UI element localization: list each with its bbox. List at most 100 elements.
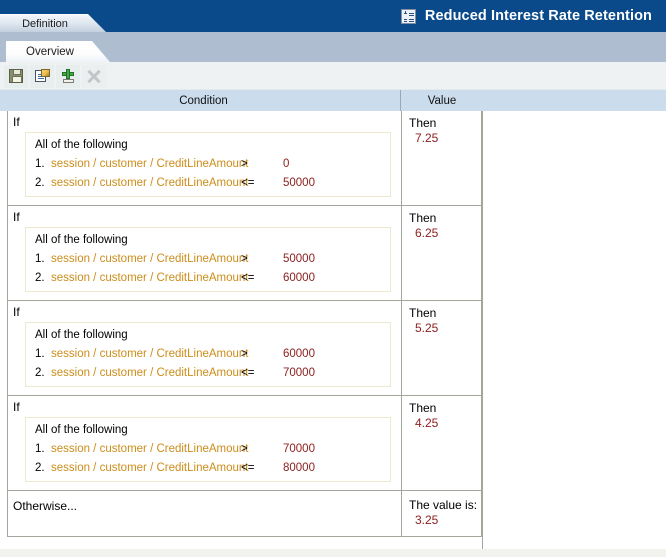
condition-operator: > [241,348,248,360]
then-value: 4.25 [415,416,439,430]
condition-path: session / customer / CreditLineAmount [51,462,249,474]
then-value: 5.25 [415,321,439,335]
condition-index: 2. [35,272,45,284]
tab-overview-label: Overview [26,45,74,58]
otherwise-value-cell[interactable]: The value is: 3.25 [402,491,481,536]
edit-properties-button[interactable] [30,64,54,88]
condition-group-title: All of the following [35,329,128,341]
table-row[interactable]: If All of the following 1. session / custom… [8,205,481,300]
close-icon [87,69,101,84]
condition-line[interactable]: 1. session / customer / CreditLineAmount >… [31,443,385,455]
rule-value-cell[interactable]: Then 7.25 [402,111,481,205]
condition-index: 1. [35,443,45,455]
right-empty-panel [482,111,666,557]
condition-value: 0 [283,158,290,170]
condition-path: session / customer / CreditLineAmount [51,253,249,265]
rule-condition-cell[interactable]: If All of the following 1. session / custom… [8,301,402,395]
condition-value: 70000 [283,443,315,455]
tab-overview[interactable]: Overview [6,41,110,62]
condition-operator: <= [241,272,255,284]
condition-group-title: All of the following [35,234,128,246]
table-row[interactable]: If All of the following 1. session / custom… [8,111,481,205]
condition-value: 50000 [283,253,315,265]
delete-row-button [82,64,106,88]
tab-definition-label: Definition [22,17,68,30]
save-icon [9,69,23,83]
then-label: Then [409,211,437,225]
condition-operator: <= [241,177,255,189]
otherwise-label: Otherwise... [13,499,78,513]
condition-group-box: All of the following 1. session / customer… [25,417,391,482]
condition-value: 60000 [283,272,315,284]
then-value: 7.25 [415,131,439,145]
column-header-condition: Condition [7,90,401,111]
rules-table: If All of the following 1. session / custom… [7,111,482,537]
condition-value: 70000 [283,367,315,379]
condition-line[interactable]: 1. session / customer / CreditLineAmount >… [31,348,385,360]
if-label: If [13,210,20,224]
condition-group-box: All of the following 1. session / customer… [25,322,391,387]
inner-tab-strip: Overview [0,32,666,62]
table-row[interactable]: If All of the following 1. session / custom… [8,300,481,395]
otherwise-condition-cell[interactable]: Otherwise... [8,491,402,536]
condition-value: 60000 [283,348,315,360]
condition-line[interactable]: 2. session / customer / CreditLineAmount <… [31,367,385,379]
then-value: 6.25 [415,226,439,240]
save-button[interactable] [4,64,28,88]
condition-operator: > [241,158,248,170]
condition-group-box: All of the following 1. session / customer… [25,132,391,197]
condition-group-title: All of the following [35,139,128,151]
edit-properties-icon [34,69,50,83]
table-row[interactable]: If All of the following 1. session / custom… [8,395,481,490]
condition-path: session / customer / CreditLineAmount [51,177,249,189]
rule-value-cell[interactable]: Then 4.25 [402,396,481,490]
condition-line[interactable]: 2. session / customer / CreditLineAmount <… [31,272,385,284]
otherwise-value: 3.25 [415,513,439,527]
if-label: If [13,400,20,414]
condition-group-box: All of the following 1. session / customer… [25,227,391,292]
otherwise-value-label: The value is: [409,498,478,512]
condition-group-title: All of the following [35,424,128,436]
condition-line[interactable]: 1. session / customer / CreditLineAmount >… [31,253,385,265]
condition-operator: > [241,443,248,455]
then-label: Then [409,401,437,415]
if-label: If [13,305,20,319]
tab-definition[interactable]: Definition [0,14,106,32]
then-label: Then [409,306,437,320]
condition-index: 2. [35,462,45,474]
condition-line[interactable]: 2. session / customer / CreditLineAmount <… [31,177,385,189]
condition-index: 1. [35,158,45,170]
condition-path: session / customer / CreditLineAmount [51,348,249,360]
toolbar-buttons [4,64,106,88]
condition-index: 2. [35,177,45,189]
toolbar [0,62,666,90]
table-row-otherwise[interactable]: Otherwise... The value is: 3.25 [8,490,481,536]
if-label: If [13,115,20,129]
condition-line[interactable]: 2. session / customer / CreditLineAmount <… [31,462,385,474]
column-header-value: Value [427,94,457,107]
add-icon [61,69,75,83]
condition-line[interactable]: 1. session / customer / CreditLineAmount >… [31,158,385,170]
rule-condition-cell[interactable]: If All of the following 1. session / custom… [8,111,402,205]
rule-condition-cell[interactable]: If All of the following 1. session / custom… [8,206,402,300]
rules-content-panel: Condition Value If All of the following 1.… [0,90,666,557]
condition-value: 80000 [283,462,315,474]
condition-path: session / customer / CreditLineAmount [51,158,249,170]
condition-index: 2. [35,367,45,379]
rule-value-cell[interactable]: Then 5.25 [402,301,481,395]
condition-index: 1. [35,348,45,360]
then-label: Then [409,116,437,130]
bottom-strip [0,549,666,557]
condition-operator: > [241,253,248,265]
rule-value-cell[interactable]: Then 6.25 [402,206,481,300]
table-header-row: Condition Value [0,90,666,111]
condition-operator: <= [241,367,255,379]
outer-tab-strip: Definition [0,14,666,32]
add-row-button[interactable] [56,64,80,88]
condition-path: session / customer / CreditLineAmount [51,443,249,455]
condition-path: session / customer / CreditLineAmount [51,272,249,284]
rule-condition-cell[interactable]: If All of the following 1. session / custom… [8,396,402,490]
condition-operator: <= [241,462,255,474]
condition-index: 1. [35,253,45,265]
condition-path: session / customer / CreditLineAmount [51,367,249,379]
